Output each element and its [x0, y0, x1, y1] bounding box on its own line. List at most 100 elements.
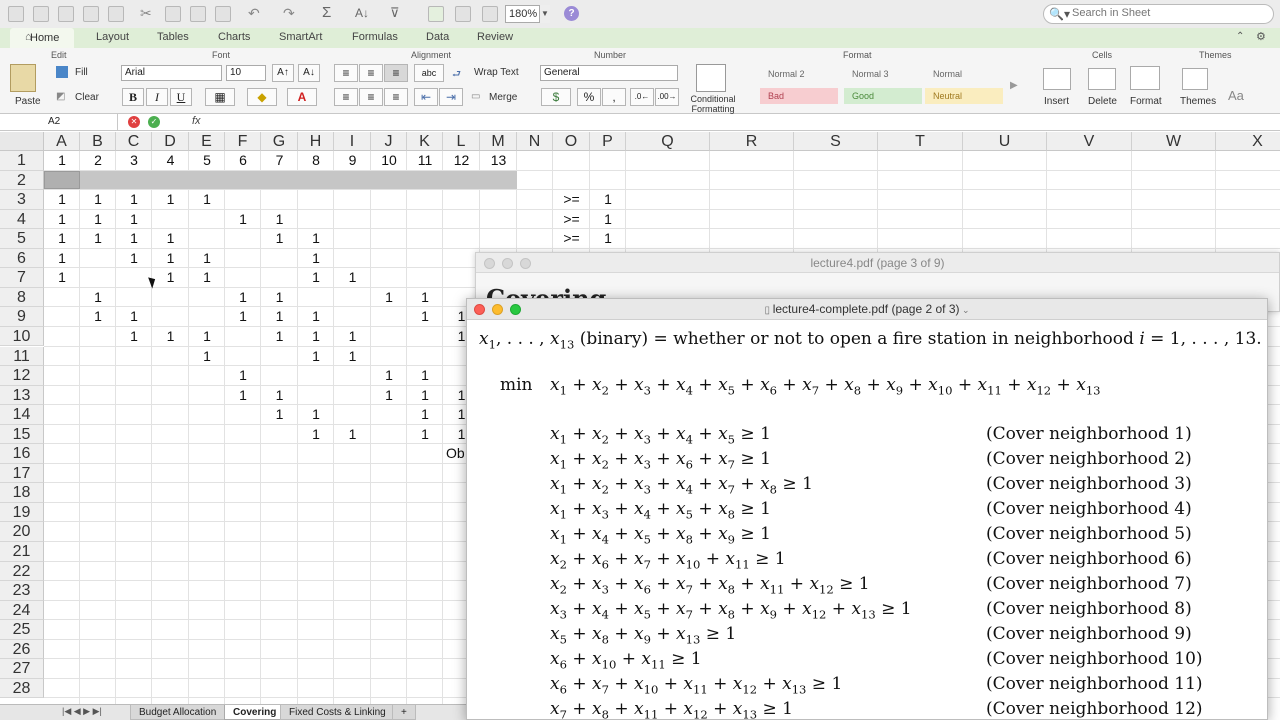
row-header[interactable]: 28 [0, 678, 44, 699]
tab-tables[interactable]: Tables [157, 31, 189, 43]
cell-style-1[interactable]: Normal 3 [844, 66, 922, 82]
column-header[interactable]: O [553, 132, 590, 151]
coverage-cell[interactable]: 1 [116, 327, 152, 347]
coverage-cell[interactable]: 1 [298, 249, 334, 269]
align-center-icon[interactable]: ≡ [359, 88, 383, 106]
header-value-cell[interactable]: 3 [116, 151, 152, 171]
ribbon-settings-icon[interactable]: ⚙ [1256, 30, 1266, 43]
tab-formulas[interactable]: Formulas [352, 31, 398, 43]
column-header[interactable]: N [517, 132, 553, 151]
percent-button[interactable]: % [577, 88, 601, 106]
row-header[interactable]: 19 [0, 502, 44, 523]
coverage-cell[interactable]: 1 [189, 347, 225, 367]
coverage-cell[interactable]: 1 [44, 210, 80, 230]
column-header[interactable]: T [878, 132, 963, 151]
maximize-icon[interactable] [520, 258, 531, 269]
tab-smartart[interactable]: SmartArt [279, 31, 322, 43]
constraint-op-cell[interactable]: >= [553, 210, 590, 230]
row-header[interactable]: 7 [0, 268, 44, 288]
fx-label[interactable]: fx [192, 115, 201, 127]
column-header[interactable]: X [1216, 132, 1280, 151]
decrease-indent-icon[interactable]: ⇤ [414, 88, 438, 106]
coverage-cell[interactable]: 1 [407, 405, 443, 425]
column-header[interactable]: D [152, 132, 189, 151]
coverage-cell[interactable]: 1 [261, 229, 298, 249]
coverage-cell[interactable]: 1 [334, 347, 371, 367]
new-workbook-icon[interactable] [8, 6, 24, 22]
column-header[interactable]: C [116, 132, 152, 151]
header-value-cell[interactable]: 6 [225, 151, 261, 171]
cell-style-5[interactable]: Neutral [925, 88, 1003, 104]
tab-review[interactable]: Review [477, 31, 513, 43]
format-button[interactable]: Format [1130, 96, 1162, 107]
header-value-cell[interactable]: 12 [443, 151, 480, 171]
header-value-cell[interactable]: 10 [371, 151, 407, 171]
row-header[interactable]: 18 [0, 483, 44, 503]
row-header[interactable]: 9 [0, 307, 44, 327]
row-header[interactable]: 17 [0, 463, 44, 484]
column-header[interactable]: K [407, 132, 443, 151]
orientation-button[interactable]: abc [414, 64, 444, 82]
header-value-cell[interactable]: 5 [189, 151, 225, 171]
save-icon[interactable] [83, 6, 99, 22]
cell-style-3[interactable]: Bad [760, 88, 838, 104]
constraint-rhs-cell[interactable]: 1 [590, 190, 626, 210]
format-cells-icon[interactable] [1130, 66, 1160, 90]
row-header[interactable]: 22 [0, 561, 44, 582]
tab-home[interactable]: Home [10, 28, 74, 48]
font-size-select[interactable]: 10 [226, 65, 266, 81]
header-value-cell[interactable]: 7 [261, 151, 298, 171]
font-name-select[interactable]: Arial [121, 65, 222, 81]
column-header[interactable]: I [334, 132, 371, 151]
selected-cell-A2[interactable] [44, 170, 80, 190]
comma-button[interactable]: , [602, 88, 626, 106]
column-header[interactable]: E [189, 132, 225, 151]
sheet-tab[interactable]: Budget Allocation [130, 705, 226, 720]
undo-icon[interactable]: ↶ [248, 6, 264, 22]
sheet-tab[interactable]: + [392, 705, 416, 720]
decrease-decimal-icon[interactable]: .0← [630, 88, 654, 106]
paste-button[interactable]: Paste [15, 96, 41, 107]
copy-icon[interactable] [165, 6, 181, 22]
column-header[interactable]: G [261, 132, 298, 151]
tab-layout[interactable]: Layout [96, 31, 129, 43]
paste-icon[interactable] [190, 6, 206, 22]
coverage-cell[interactable]: 1 [407, 366, 443, 386]
coverage-cell[interactable]: 1 [407, 386, 443, 406]
coverage-cell[interactable]: 1 [407, 425, 443, 445]
coverage-cell[interactable]: 1 [334, 327, 371, 347]
align-middle-icon[interactable]: ≡ [359, 64, 383, 82]
close-icon[interactable] [484, 258, 495, 269]
filter-icon[interactable]: ⊽ [390, 6, 406, 22]
merge-button[interactable]: Merge [489, 92, 517, 103]
collapse-ribbon-icon[interactable]: ⌃ [1236, 31, 1244, 42]
delete-cells-icon[interactable] [1088, 68, 1116, 90]
constraint-rhs-cell[interactable]: 1 [590, 229, 626, 249]
coverage-cell[interactable]: 1 [116, 190, 152, 210]
bold-button[interactable]: B [122, 88, 144, 106]
coverage-cell[interactable]: 1 [189, 268, 225, 288]
align-right-icon[interactable]: ≡ [384, 88, 408, 106]
minimize-icon[interactable] [492, 304, 503, 315]
tab-data[interactable]: Data [426, 31, 449, 43]
cut-icon[interactable]: ✂ [140, 6, 156, 22]
coverage-cell[interactable]: 1 [80, 307, 116, 327]
minimize-icon[interactable] [502, 258, 513, 269]
coverage-cell[interactable]: 1 [116, 249, 152, 269]
row-header[interactable]: 12 [0, 366, 44, 386]
header-value-cell[interactable]: 8 [298, 151, 334, 171]
row-header[interactable]: 27 [0, 659, 44, 679]
row-header[interactable]: 16 [0, 444, 44, 464]
row-header[interactable]: 26 [0, 639, 44, 660]
format-painter-icon[interactable] [215, 6, 231, 22]
number-format-select[interactable]: General [540, 65, 678, 81]
coverage-cell[interactable]: 1 [298, 229, 334, 249]
conditional-formatting-button[interactable]: Conditional Formatting [688, 94, 738, 114]
decrease-font-icon[interactable]: A↓ [298, 64, 320, 82]
column-header[interactable]: J [371, 132, 407, 151]
font-color-icon[interactable]: A [287, 88, 317, 106]
delete-button[interactable]: Delete [1088, 96, 1117, 107]
coverage-cell[interactable]: 1 [152, 327, 189, 347]
column-header[interactable]: L [443, 132, 480, 151]
pdf-front-titlebar[interactable]: ▯ lecture4-complete.pdf (page 2 of 3) ⌄ [467, 299, 1267, 320]
